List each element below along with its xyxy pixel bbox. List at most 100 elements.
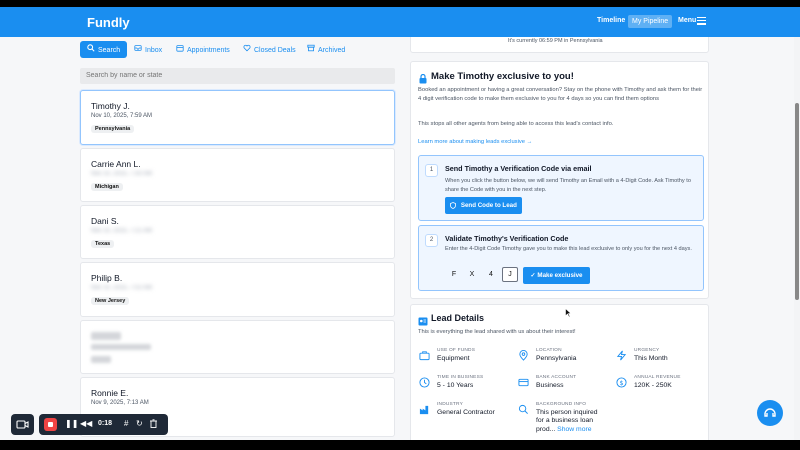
field-industry: INDUSTRY General Contractor: [419, 402, 495, 417]
lead-details-title: Lead Details: [431, 313, 485, 323]
lead-time: Nov 10, 2025, 7:02 AM: [91, 285, 153, 291]
briefcase-icon: [419, 348, 431, 361]
pause-icon[interactable]: ❚❚: [65, 419, 78, 429]
recording-timer: 0:18: [98, 420, 113, 427]
chat-icon: [764, 408, 776, 417]
help-chat-button[interactable]: [757, 400, 783, 426]
lead-state-badge: Michigan: [91, 183, 123, 191]
show-more-link[interactable]: Show more: [557, 426, 591, 433]
tab-label: Appointments: [187, 47, 230, 54]
field-time-in-business: TIME IN BUSINESS 5 - 10 Years: [419, 375, 484, 390]
code-digit-4[interactable]: J: [502, 267, 518, 282]
lead-state-badge: Texas: [91, 240, 115, 248]
search-icon: [87, 41, 95, 58]
main-content: Search Inbox Appointments Closed Deals A…: [0, 37, 794, 440]
lead-name: Timothy J.: [91, 101, 130, 111]
lead-time: Nov 9, 2025, 7:13 AM: [91, 400, 149, 406]
field-urgency: URGENCY This Month: [616, 348, 668, 363]
step-title: Send Timothy a Verification Code via ema…: [445, 164, 592, 173]
tab-label: Archived: [318, 47, 346, 54]
grid-icon[interactable]: #: [124, 419, 128, 429]
dollar-icon: $: [616, 375, 628, 388]
archive-icon: [307, 41, 315, 58]
code-digit-2[interactable]: X: [464, 267, 480, 282]
hamburger-icon[interactable]: [697, 17, 706, 27]
lead-tabs: Search Inbox Appointments Closed Deals A…: [80, 41, 395, 58]
calendar-icon: [176, 41, 184, 58]
make-exclusive-button[interactable]: ✓ Make exclusive: [523, 267, 590, 284]
lead-name: Dani S.: [91, 216, 119, 226]
lead-card-redacted[interactable]: [80, 320, 395, 374]
field-value: This Month: [634, 355, 668, 362]
location-pin-icon: [518, 348, 530, 361]
field-label: USE OF FUNDS: [437, 348, 476, 353]
lead-time: Nov 10, 2025, 7:59 AM: [91, 113, 153, 119]
factory-icon: [419, 402, 431, 415]
field-label: LOCATION: [536, 348, 562, 353]
field-label: URGENCY: [634, 348, 660, 353]
lead-search-input[interactable]: [80, 68, 395, 84]
lead-card-philip[interactable]: Philip B. Nov 10, 2025, 7:02 AM New Jers…: [80, 262, 395, 317]
field-value: General Contractor: [437, 409, 495, 416]
redacted-name: [91, 332, 121, 340]
field-label: TIME IN BUSINESS: [437, 375, 484, 380]
learn-more-link[interactable]: Learn more about making leads exclusive …: [418, 139, 532, 145]
field-background-info: BACKGROUND INFO This person inquired for…: [518, 402, 606, 434]
lock-icon: [419, 71, 427, 84]
step-text: Enter the 4-Digit Code Timothy gave you …: [445, 246, 692, 252]
camera-toggle-button[interactable]: [11, 414, 34, 435]
step-send-code: 1 Send Timothy a Verification Code via e…: [418, 155, 704, 221]
screen-bottom-edge: [0, 440, 800, 450]
rewind-icon[interactable]: ◀◀: [80, 419, 92, 429]
exclusive-title: Make Timothy exclusive to you!: [431, 71, 574, 82]
restart-icon[interactable]: ↻: [136, 419, 143, 429]
local-time-info: It's currently 06:59 PM in Pennsylvania: [508, 38, 603, 44]
field-bank-account: BANK ACCOUNT Business: [518, 375, 576, 390]
field-value: Business: [536, 382, 564, 389]
step-text: When you click the button below, we will…: [445, 178, 691, 193]
lead-state-badge: New Jersey: [91, 297, 130, 305]
lead-card-dani[interactable]: Dani S. Nov 10, 2025, 7:21 AM Texas: [80, 205, 395, 259]
lightning-icon: [616, 348, 628, 361]
nav-menu[interactable]: Menu: [678, 17, 696, 24]
code-digit-3[interactable]: 4: [483, 267, 499, 282]
exclusive-note: This stops all other agents from being a…: [418, 121, 614, 127]
nav-timeline[interactable]: Timeline: [597, 17, 625, 24]
tab-label: Search: [98, 47, 121, 54]
nav-my-pipeline[interactable]: My Pipeline: [628, 15, 673, 28]
screen-top-edge: [0, 0, 800, 7]
mouse-cursor-icon: [565, 305, 572, 318]
step-number: 2: [425, 234, 438, 247]
code-digit-1[interactable]: F: [446, 267, 462, 282]
scrollbar-thumb[interactable]: [795, 103, 799, 300]
field-label: BACKGROUND INFO: [536, 402, 587, 407]
field-label: ANNUAL REVENUE: [634, 375, 681, 380]
field-use-of-funds: USE OF FUNDS Equipment: [419, 348, 476, 363]
tab-closed-deals[interactable]: Closed Deals: [243, 41, 296, 58]
exclusive-description: Booked an appointment or having a great …: [418, 87, 703, 102]
lead-card-carrie[interactable]: Carrie Ann L. Nov 10, 2025, 7:30 AM Mich…: [80, 148, 395, 202]
send-code-button[interactable]: Send Code to Lead: [445, 197, 522, 214]
trash-icon[interactable]: [150, 419, 157, 431]
field-value: 120K - 250K: [634, 382, 672, 389]
lead-name: Ronnie E.: [91, 388, 129, 398]
field-value: Pennsylvania: [536, 355, 577, 362]
lead-time: Nov 10, 2025, 7:21 AM: [91, 228, 153, 234]
tab-search[interactable]: Search: [80, 41, 128, 58]
tab-archived[interactable]: Archived: [307, 41, 345, 58]
lead-name: Carrie Ann L.: [91, 159, 141, 169]
tab-inbox[interactable]: Inbox: [134, 41, 162, 58]
button-label: Make exclusive: [537, 272, 583, 279]
recording-toolbar: ❚❚ ◀◀ 0:18 # ↻: [39, 414, 168, 435]
field-label: INDUSTRY: [437, 402, 464, 407]
lead-card-timothy[interactable]: Timothy J. Nov 10, 2025, 7:59 AM Pennsyl…: [80, 90, 395, 145]
field-value: Equipment: [437, 355, 470, 362]
svg-text:$: $: [619, 379, 623, 387]
fundly-logo[interactable]: Fundly: [87, 15, 130, 30]
lead-details-card: Lead Details This is everything the lead…: [410, 304, 709, 440]
step-validate-code: 2 Validate Timothy's Verification Code E…: [418, 225, 704, 291]
stop-recording-button[interactable]: [44, 418, 57, 431]
field-value: 5 - 10 Years: [437, 382, 474, 389]
tab-label: Closed Deals: [254, 47, 296, 54]
tab-appointments[interactable]: Appointments: [176, 41, 230, 58]
